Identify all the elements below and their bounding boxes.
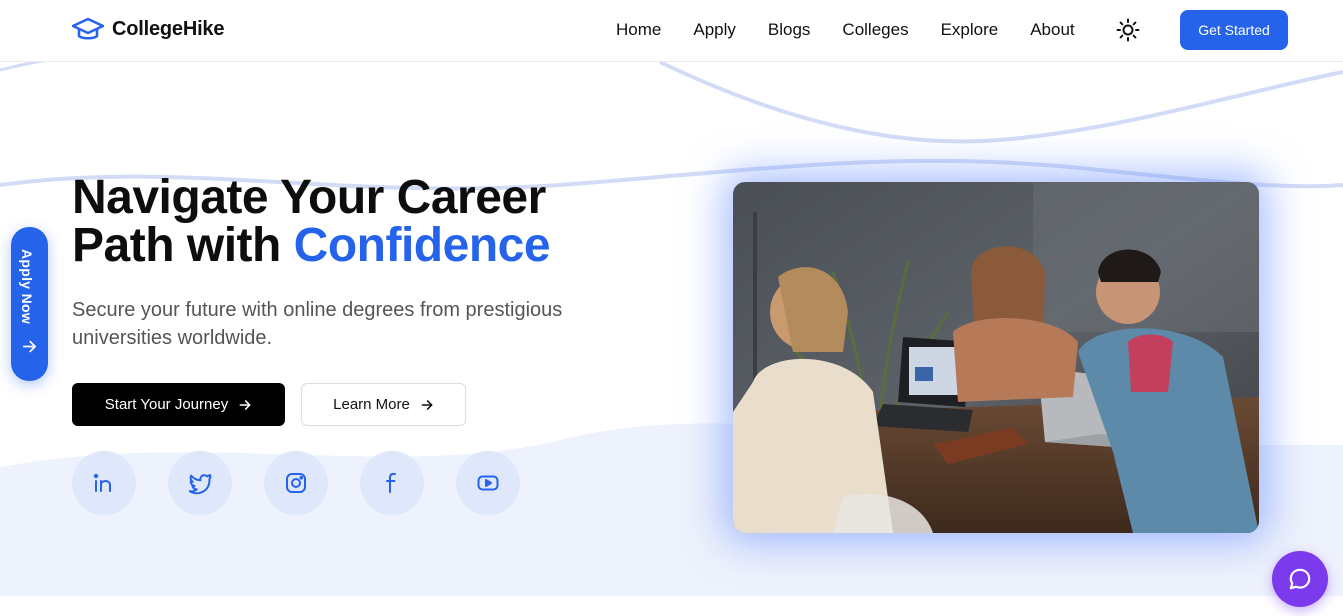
nav-about[interactable]: About xyxy=(1030,20,1074,40)
arrow-right-icon xyxy=(239,399,251,410)
hero-title-line-2: Path with Confidence xyxy=(72,219,551,272)
hero-title-accent: Confidence xyxy=(293,219,551,272)
apply-now-label: Apply Now xyxy=(19,249,35,325)
youtube-icon xyxy=(477,475,499,491)
learn-more-button[interactable]: Learn More xyxy=(301,383,466,426)
nav-blogs[interactable]: Blogs xyxy=(768,20,811,40)
start-journey-label: Start Your Journey xyxy=(104,396,229,413)
linkedin-icon xyxy=(93,473,111,492)
chat-button[interactable] xyxy=(1272,551,1328,607)
section-divider xyxy=(0,596,1343,616)
apply-now-tab[interactable]: Apply Now xyxy=(11,227,48,381)
nav-explore[interactable]: Explore xyxy=(941,20,999,40)
hero-title-prefix: Path with xyxy=(72,219,281,272)
facebook-icon xyxy=(386,473,396,493)
nav-home[interactable]: Home xyxy=(616,20,661,40)
brand-logo[interactable]: CollegeHike xyxy=(72,16,224,42)
hero-subtitle: Secure your future with online degrees f… xyxy=(72,299,563,349)
linkedin-link[interactable] xyxy=(72,451,136,515)
instagram-link[interactable] xyxy=(264,451,328,515)
social-links xyxy=(72,451,520,515)
hero-title: Navigate Your Career Path with Confidenc… xyxy=(72,171,551,272)
learn-more-label: Learn More xyxy=(333,396,410,413)
instagram-icon xyxy=(286,473,306,493)
start-journey-button[interactable]: Start Your Journey xyxy=(72,383,285,426)
site-header: CollegeHike Home Apply Blogs Colleges Ex… xyxy=(0,0,1343,62)
arrow-right-icon xyxy=(421,399,433,410)
facebook-link[interactable] xyxy=(360,451,424,515)
theme-toggle-button[interactable] xyxy=(1114,16,1142,44)
nav-colleges[interactable]: Colleges xyxy=(842,20,908,40)
hero-image xyxy=(733,182,1259,533)
twitter-icon xyxy=(188,474,212,495)
graduation-cap-icon xyxy=(72,17,104,40)
twitter-link[interactable] xyxy=(168,451,232,515)
nav-apply[interactable]: Apply xyxy=(693,20,736,40)
hero-title-line-1: Navigate Your Career xyxy=(72,171,546,224)
students-photo-illustration xyxy=(733,182,1259,533)
chat-bubble-icon xyxy=(1289,568,1311,590)
get-started-button[interactable]: Get Started xyxy=(1180,10,1288,50)
brand-name: CollegeHike xyxy=(112,17,225,40)
sun-icon xyxy=(1116,18,1140,42)
arrow-right-icon xyxy=(22,340,37,353)
youtube-link[interactable] xyxy=(456,451,520,515)
main-nav: Home Apply Blogs Colleges Explore About xyxy=(616,20,1075,40)
